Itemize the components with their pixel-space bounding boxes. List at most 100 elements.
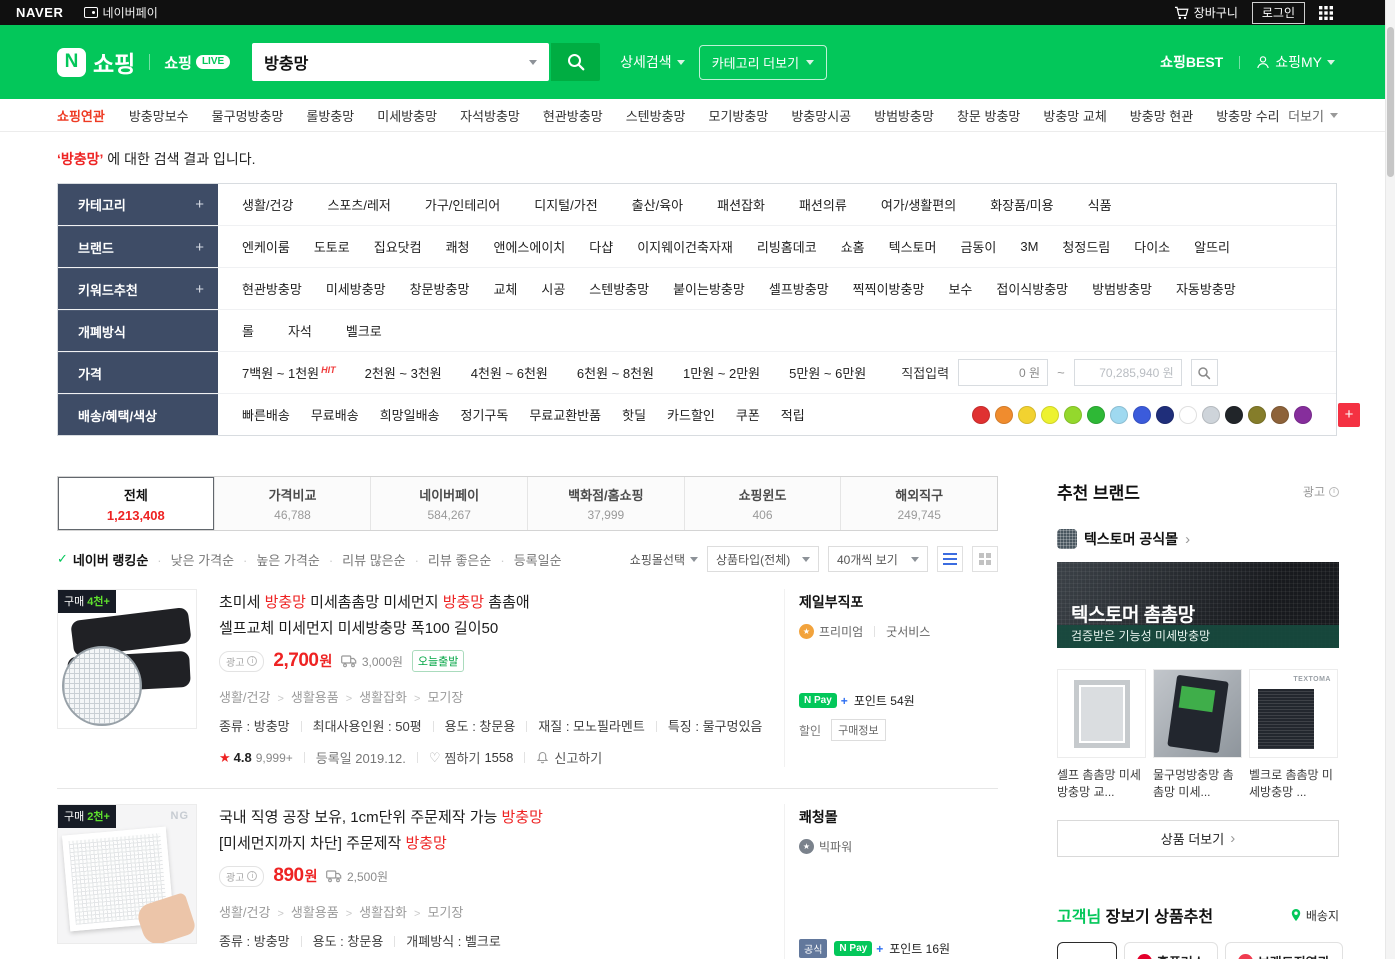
cart-link[interactable]: 장바구니 bbox=[1174, 4, 1238, 21]
grocery-tab-homeplus[interactable]: 홈플러스 당일배송 bbox=[1124, 942, 1218, 959]
benefit-option[interactable]: 빠른배송 bbox=[242, 405, 290, 424]
expand-plus-icon[interactable]: + bbox=[195, 196, 204, 213]
shopping-logo[interactable]: N 쇼핑 bbox=[57, 45, 135, 79]
grocery-tab-brand-direct[interactable]: 브랜드직영관 전국무료배송 bbox=[1224, 942, 1343, 959]
sort-option[interactable]: 리뷰 좋은순 bbox=[406, 550, 491, 569]
related-keyword-link[interactable]: 방범방충망 bbox=[874, 106, 934, 125]
category-crumb[interactable]: 생활잡화 bbox=[339, 902, 407, 921]
detail-search-button[interactable]: 상세검색 bbox=[620, 52, 685, 72]
login-button[interactable]: 로그인 bbox=[1251, 1, 1305, 24]
color-expand-button[interactable]: + bbox=[1338, 402, 1360, 427]
price-max-input[interactable] bbox=[1073, 359, 1182, 386]
product-thumbnail[interactable]: 구매 4천+ bbox=[57, 589, 197, 729]
mall-name[interactable]: 쾌청몰 bbox=[799, 807, 998, 827]
shopping-my-menu[interactable]: 쇼핑MY bbox=[1256, 52, 1335, 72]
color-swatch[interactable] bbox=[1225, 405, 1243, 424]
category-crumb[interactable]: 생활/건강 bbox=[219, 687, 270, 706]
benefit-option[interactable]: 핫딜 bbox=[622, 405, 646, 424]
price-range-option[interactable]: 4천원 ~ 6천원 bbox=[471, 363, 548, 382]
product-subtitle[interactable]: [미세먼지까지 차단] 주문제작 방충망 bbox=[219, 833, 764, 854]
product-subtitle[interactable]: 셀프교체 미세먼지 미세방충망 폭100 길이50 bbox=[219, 618, 764, 639]
shopping-live-link[interactable]: 쇼핑 LIVE bbox=[164, 52, 231, 73]
price-search-button[interactable] bbox=[1190, 359, 1218, 386]
filter-option[interactable]: 가구/인테리어 bbox=[425, 195, 500, 214]
color-swatch[interactable] bbox=[995, 405, 1013, 424]
naverpay-link[interactable]: 네이버페이 bbox=[83, 4, 158, 21]
benefit-option[interactable]: 희망일배송 bbox=[380, 405, 440, 424]
color-swatch[interactable] bbox=[1248, 405, 1266, 424]
category-crumb[interactable]: 생활용품 bbox=[270, 687, 339, 706]
shopping-best-link[interactable]: 쇼핑BEST bbox=[1160, 52, 1223, 72]
filter-option[interactable]: 화장품/미용 bbox=[990, 195, 1053, 214]
naver-logo[interactable]: NAVER bbox=[16, 5, 64, 20]
color-swatch[interactable] bbox=[1018, 405, 1036, 424]
related-keyword-link[interactable]: 물구멍방충망 bbox=[212, 106, 284, 125]
related-keyword-link[interactable]: 방충망 교체 bbox=[1043, 106, 1106, 125]
filter-option[interactable]: 쾌청 bbox=[446, 237, 470, 256]
category-crumb[interactable]: 생활용품 bbox=[270, 902, 339, 921]
tab-overseas[interactable]: 해외직구 249,745 bbox=[840, 477, 997, 530]
price-min-input[interactable] bbox=[958, 359, 1049, 386]
benefit-option[interactable]: 정기구독 bbox=[461, 405, 509, 424]
product-thumbnail[interactable]: 구매 2천+ NG bbox=[57, 804, 197, 944]
filter-option[interactable]: 출산/육아 bbox=[632, 195, 683, 214]
filter-option[interactable]: 자석 bbox=[288, 321, 312, 340]
filter-option[interactable]: 쇼홈 bbox=[841, 237, 865, 256]
color-swatch[interactable] bbox=[1156, 405, 1174, 424]
category-crumb[interactable]: 모기장 bbox=[407, 902, 463, 921]
filter-option[interactable]: 알뜨리 bbox=[1194, 237, 1230, 256]
filter-option[interactable]: 디지털/가전 bbox=[534, 195, 597, 214]
filter-option[interactable]: 셀프방충망 bbox=[769, 279, 829, 298]
filter-label-benefit[interactable]: 배송/혜택/색상 bbox=[58, 394, 218, 435]
color-swatch[interactable] bbox=[1110, 405, 1128, 424]
filter-label-keyword[interactable]: 키워드추천 + bbox=[58, 268, 218, 309]
filter-option[interactable]: 찍찍이방충망 bbox=[853, 279, 925, 298]
filter-option[interactable]: 청정드림 bbox=[1062, 237, 1110, 256]
filter-option[interactable]: 벨크로 bbox=[346, 321, 382, 340]
apps-grid-icon[interactable] bbox=[1319, 5, 1333, 20]
related-keyword-link[interactable]: 방충망 수리 bbox=[1216, 106, 1279, 125]
benefit-option[interactable]: 쿠폰 bbox=[736, 405, 760, 424]
related-keyword-link[interactable]: 미세방충망 bbox=[377, 106, 437, 125]
tab-window[interactable]: 쇼핑윈도 406 bbox=[683, 477, 841, 530]
filter-option[interactable]: 다이소 bbox=[1134, 237, 1170, 256]
related-keyword-link[interactable]: 모기방충망 bbox=[709, 106, 769, 125]
filter-option[interactable]: 자동방충망 bbox=[1176, 279, 1236, 298]
filter-option[interactable]: 이지웨이건축자재 bbox=[637, 237, 733, 256]
brand-store-link[interactable]: 텍스토머 공식몰 › bbox=[1057, 529, 1339, 549]
category-crumb[interactable]: 모기장 bbox=[407, 687, 463, 706]
related-keyword-link[interactable]: 방충망시공 bbox=[791, 106, 851, 125]
brand-product-item[interactable]: 셀프 촘촘망 미세방충망 교... bbox=[1057, 669, 1146, 801]
filter-label-open-type[interactable]: 개폐방식 bbox=[58, 310, 218, 351]
purchase-info-button[interactable]: 구매정보 bbox=[831, 719, 886, 741]
benefit-option[interactable]: 무료배송 bbox=[311, 405, 359, 424]
mall-select-dropdown[interactable]: 쇼핑몰선택 bbox=[630, 551, 698, 568]
price-range-option[interactable]: 7백원 ~ 1천원 HIT bbox=[242, 363, 336, 382]
category-more-button[interactable]: 카테고리 더보기 bbox=[698, 44, 828, 80]
product-title[interactable]: 초미세 방충망 미세촘촘망 미세먼지 방충망 촘촘애 bbox=[219, 592, 764, 613]
scrollbar-thumb[interactable] bbox=[1387, 27, 1394, 177]
related-keyword-link[interactable]: 창문 방충망 bbox=[957, 106, 1020, 125]
category-crumb[interactable]: 생활/건강 bbox=[219, 902, 270, 921]
filter-option[interactable]: 방범방충망 bbox=[1092, 279, 1152, 298]
related-keyword-link[interactable]: 스텐방충망 bbox=[626, 106, 686, 125]
zzim-button[interactable]: 찜하기 bbox=[445, 748, 481, 767]
brand-product-item[interactable]: TEXTOMA 벨크로 촘촘망 미세방충망 ... bbox=[1249, 669, 1338, 801]
filter-label-price[interactable]: 가격 bbox=[58, 352, 218, 393]
filter-option[interactable]: 도토로 bbox=[314, 237, 350, 256]
category-crumb[interactable]: 생활잡화 bbox=[339, 687, 407, 706]
related-keyword-link[interactable]: 자석방충망 bbox=[460, 106, 520, 125]
color-swatch[interactable] bbox=[1064, 405, 1082, 424]
filter-option[interactable]: 생활/건강 bbox=[242, 195, 293, 214]
filter-option[interactable]: 3M bbox=[1020, 239, 1038, 254]
filter-label-brand[interactable]: 브랜드 + bbox=[58, 226, 218, 267]
filter-option[interactable]: 다샵 bbox=[589, 237, 613, 256]
related-keyword-link[interactable]: 현관방충망 bbox=[543, 106, 603, 125]
sort-option[interactable]: 리뷰 많은순 bbox=[320, 550, 405, 569]
discount-link[interactable]: 할인 bbox=[799, 722, 821, 739]
benefit-option[interactable]: 적립 bbox=[781, 405, 805, 424]
tab-department[interactable]: 백화점/홈쇼핑 37,999 bbox=[527, 477, 684, 530]
tab-all[interactable]: 전체 1,213,408 bbox=[58, 477, 214, 530]
filter-option[interactable]: 시공 bbox=[541, 279, 565, 298]
color-swatch[interactable] bbox=[1087, 405, 1105, 424]
